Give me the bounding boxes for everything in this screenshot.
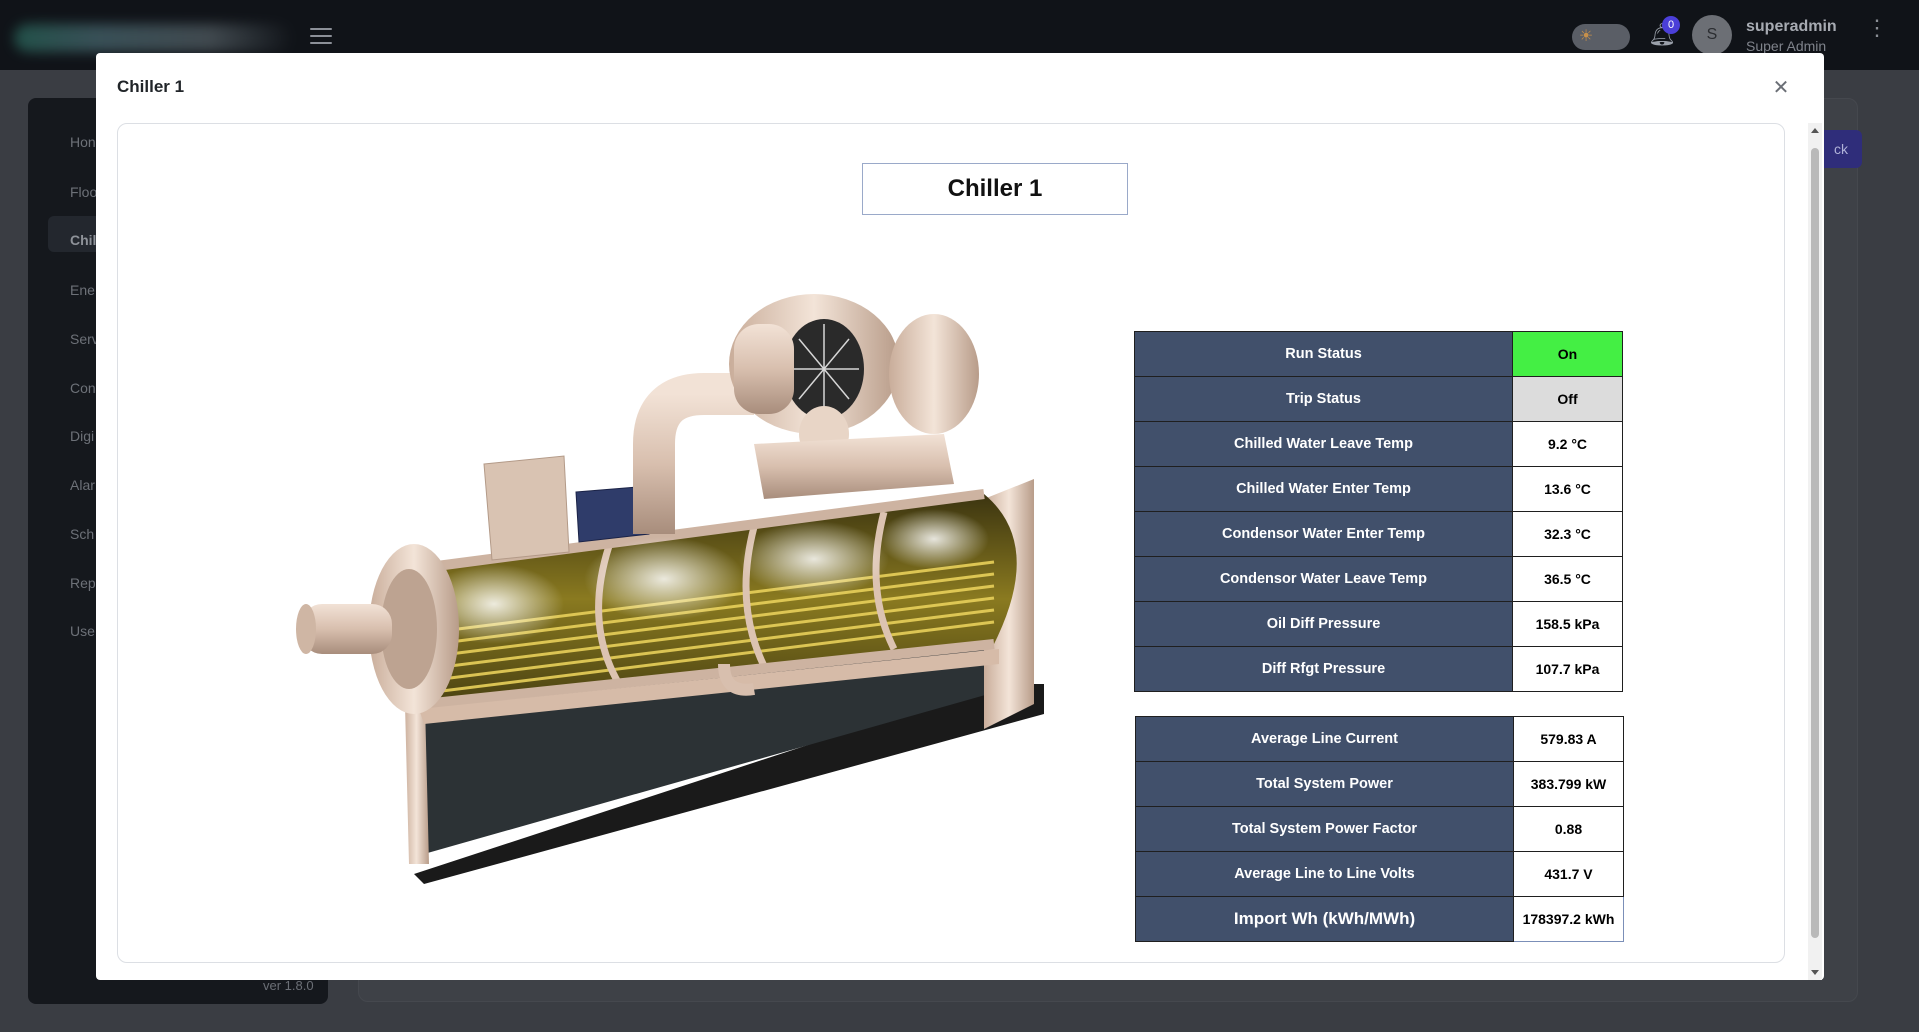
total-system-power-value: 383.799 kW xyxy=(1513,761,1624,807)
sidebar-item-home[interactable]: Hon xyxy=(70,134,96,150)
table-row: Oil Diff Pressure 158.5 kPa xyxy=(1134,601,1623,647)
table-row: Chilled Water Enter Temp 13.6 °C xyxy=(1134,466,1623,512)
oil-diff-pressure-label: Oil Diff Pressure xyxy=(1134,601,1513,647)
average-line-current-label: Average Line Current xyxy=(1135,716,1514,762)
import-wh-label: Import Wh (kWh/MWh) xyxy=(1135,896,1514,942)
more-vertical-icon[interactable]: ⋮ xyxy=(1866,17,1888,39)
chiller-illustration xyxy=(296,294,1044,884)
sun-icon: ☀ xyxy=(1578,28,1594,45)
modal-body: Chiller 1 Run Status On Trip Status Off … xyxy=(117,123,1785,963)
sidebar-item-reports[interactable]: Rep xyxy=(70,575,96,591)
diff-rfgt-pressure-label: Diff Rfgt Pressure xyxy=(1134,646,1513,692)
status-table: Run Status On Trip Status Off Chilled Wa… xyxy=(1134,331,1623,692)
app-version: ver 1.8.0 xyxy=(263,978,314,993)
trip-status-value: Off xyxy=(1512,376,1623,422)
notification-badge: 0 xyxy=(1662,16,1680,34)
table-row: Condensor Water Enter Temp 32.3 °C xyxy=(1134,511,1623,557)
condensor-water-enter-temp-value: 32.3 °C xyxy=(1512,511,1623,557)
oil-diff-pressure-value: 158.5 kPa xyxy=(1512,601,1623,647)
average-line-to-line-volts-label: Average Line to Line Volts xyxy=(1135,851,1514,897)
scrollbar-thumb[interactable] xyxy=(1811,148,1819,938)
scroll-up-icon[interactable] xyxy=(1811,128,1819,133)
average-line-current-value: 579.83 A xyxy=(1513,716,1624,762)
table-row: Condensor Water Leave Temp 36.5 °C xyxy=(1134,556,1623,602)
app-logo xyxy=(14,24,294,52)
chilled-water-enter-temp-label: Chilled Water Enter Temp xyxy=(1134,466,1513,512)
sidebar-item-digital[interactable]: Digi xyxy=(70,428,94,444)
chilled-water-leave-temp-label: Chilled Water Leave Temp xyxy=(1134,421,1513,467)
average-line-to-line-volts-value: 431.7 V xyxy=(1513,851,1624,897)
modal-title: Chiller 1 xyxy=(117,77,185,96)
import-wh-value: 178397.2 kWh xyxy=(1513,896,1624,942)
sidebar-item-control[interactable]: Con xyxy=(70,380,96,396)
table-row: Diff Rfgt Pressure 107.7 kPa xyxy=(1134,646,1623,692)
user-role: Super Admin xyxy=(1746,38,1827,54)
sidebar-item-energy[interactable]: Ene xyxy=(70,282,95,298)
run-status-label: Run Status xyxy=(1134,331,1513,377)
table-row: Average Line Current 579.83 A xyxy=(1135,716,1624,762)
close-icon[interactable]: ✕ xyxy=(1768,75,1794,101)
menu-toggle-icon[interactable] xyxy=(310,28,332,44)
run-status-value: On xyxy=(1512,331,1623,377)
sidebar-item-floor[interactable]: Floo xyxy=(70,184,97,200)
condensor-water-leave-temp-value: 36.5 °C xyxy=(1512,556,1623,602)
chiller-modal: Chiller 1 ✕ Chiller 1 Run Status On Trip… xyxy=(96,53,1824,980)
chilled-water-leave-temp-value: 9.2 °C xyxy=(1512,421,1623,467)
power-table: Average Line Current 579.83 A Total Syst… xyxy=(1135,716,1624,942)
table-row: Trip Status Off xyxy=(1134,376,1623,422)
avatar[interactable]: S xyxy=(1692,15,1732,55)
panel-title: Chiller 1 xyxy=(862,163,1128,215)
table-row: Run Status On xyxy=(1134,331,1623,377)
condensor-water-enter-temp-label: Condensor Water Enter Temp xyxy=(1134,511,1513,557)
condensor-water-leave-temp-label: Condensor Water Leave Temp xyxy=(1134,556,1513,602)
table-row: Chilled Water Leave Temp 9.2 °C xyxy=(1134,421,1623,467)
table-row: Import Wh (kWh/MWh) 178397.2 kWh xyxy=(1135,896,1624,942)
sidebar-item-schedule[interactable]: Sch xyxy=(70,526,94,542)
diff-rfgt-pressure-value: 107.7 kPa xyxy=(1512,646,1623,692)
chilled-water-enter-temp-value: 13.6 °C xyxy=(1512,466,1623,512)
modal-scrollbar[interactable] xyxy=(1808,123,1822,980)
sidebar-item-users[interactable]: Use xyxy=(70,623,95,639)
table-row: Total System Power Factor 0.88 xyxy=(1135,806,1624,852)
table-row: Average Line to Line Volts 431.7 V xyxy=(1135,851,1624,897)
table-row: Total System Power 383.799 kW xyxy=(1135,761,1624,807)
theme-toggle[interactable]: ☀ xyxy=(1572,24,1630,50)
total-system-power-factor-value: 0.88 xyxy=(1513,806,1624,852)
scroll-down-icon[interactable] xyxy=(1811,970,1819,975)
user-name: superadmin xyxy=(1746,18,1837,35)
total-system-power-label: Total System Power xyxy=(1135,761,1514,807)
sidebar-item-alarm[interactable]: Alar xyxy=(70,477,95,493)
sidebar-item-chiller[interactable]: Chil xyxy=(70,232,96,248)
sidebar-item-service[interactable]: Serv xyxy=(70,331,99,347)
total-system-power-factor-label: Total System Power Factor xyxy=(1135,806,1514,852)
trip-status-label: Trip Status xyxy=(1134,376,1513,422)
